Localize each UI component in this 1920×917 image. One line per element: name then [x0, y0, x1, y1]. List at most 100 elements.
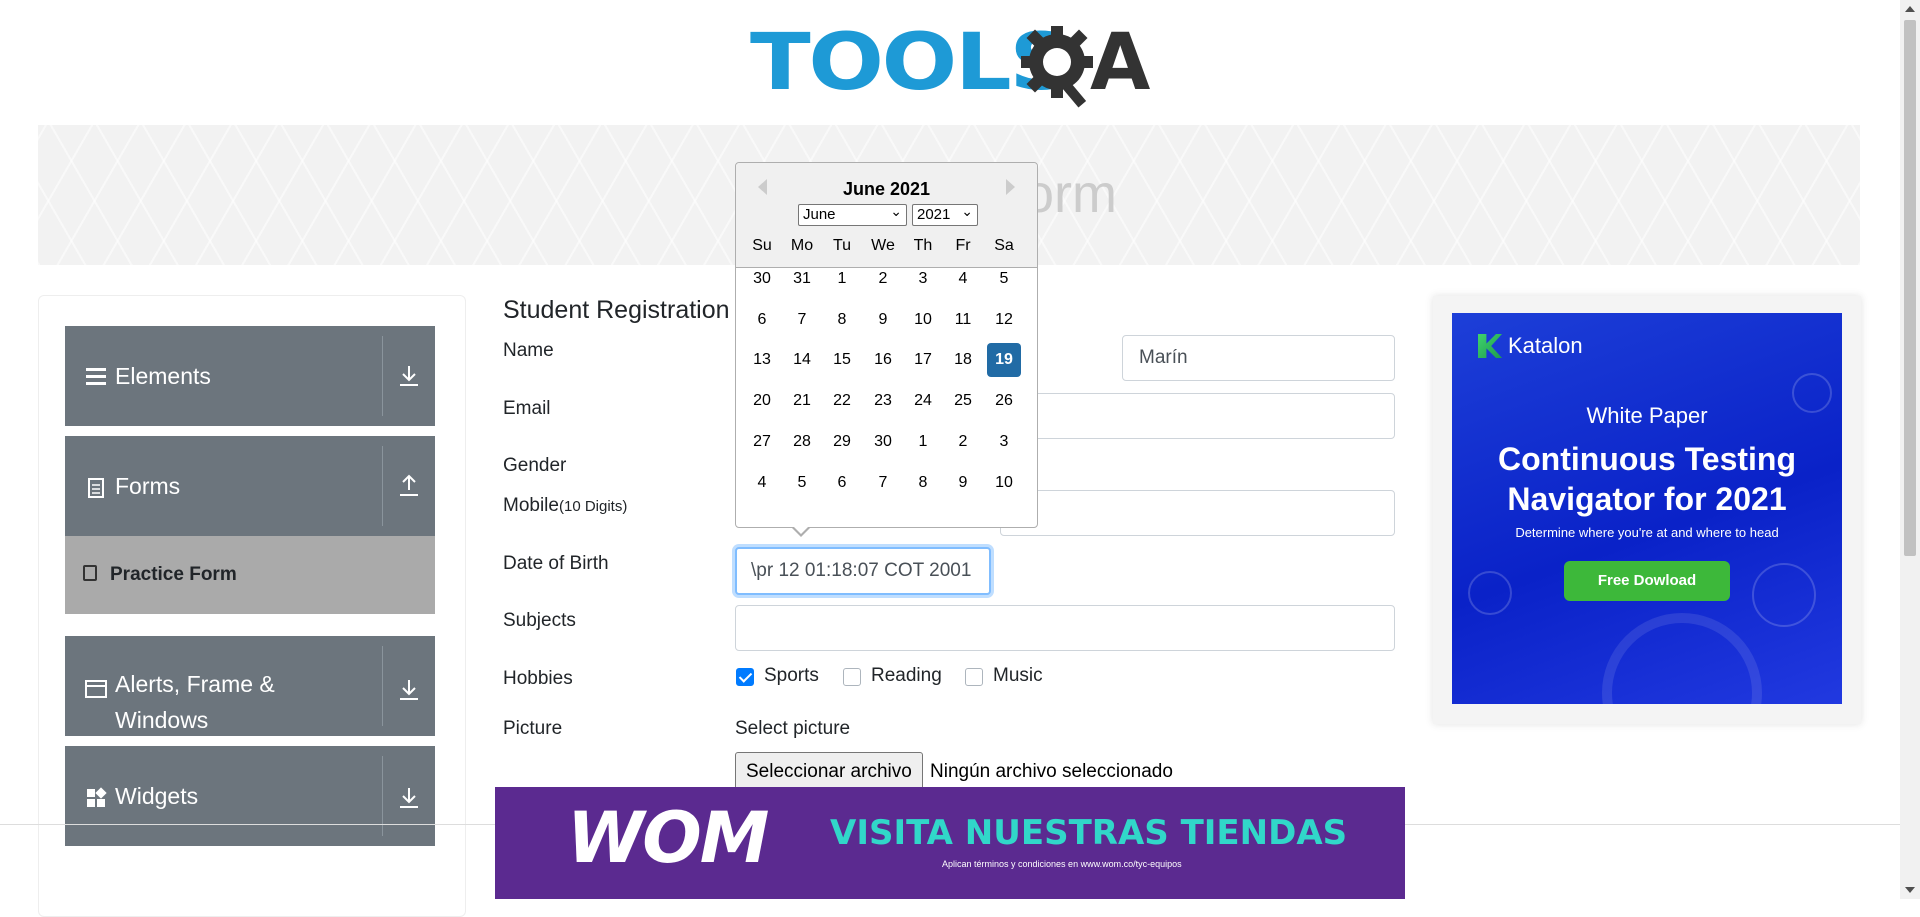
ad-title: Continuous Testing Navigator for 2021 — [1452, 439, 1842, 519]
calendar-day[interactable]: 12 — [987, 303, 1021, 337]
calendar-day[interactable]: 30 — [745, 262, 779, 296]
wom-ad[interactable]: WOM VISITA NUESTRAS TIENDAS Aplican térm… — [495, 787, 1405, 899]
sidebar-group-label: Widgets — [115, 783, 199, 809]
calendar-day[interactable]: 5 — [785, 466, 819, 500]
email-input[interactable] — [1000, 393, 1395, 439]
calendar-day[interactable]: 18 — [946, 343, 980, 377]
datepicker-header: June 2021 June 2021 Su Mo Tu We Th Fr Sa — [736, 163, 1037, 268]
free-download-button[interactable]: Free Dowload — [1564, 561, 1730, 601]
calendar-day[interactable]: 23 — [866, 384, 900, 418]
katalon-brand: Katalon — [1508, 333, 1583, 358]
ad-subtitle: White Paper — [1586, 403, 1708, 428]
scroll-down-icon[interactable] — [1905, 887, 1915, 893]
weekday-label: Tu — [832, 237, 852, 254]
sidebar-group-label: Alerts, Frame & Windows — [115, 671, 275, 733]
calendar-day[interactable]: 17 — [906, 343, 940, 377]
calendar-day[interactable]: 20 — [745, 384, 779, 418]
dob-label: Date of Birth — [503, 553, 609, 574]
calendar-day[interactable]: 2 — [946, 425, 980, 459]
calendar-day[interactable]: 19 — [987, 343, 1021, 377]
katalon-logo: Katalon — [1478, 333, 1583, 359]
calendar-day[interactable]: 2 — [866, 262, 900, 296]
calendar-day[interactable]: 16 — [866, 343, 900, 377]
weekday-label: Sa — [994, 237, 1014, 254]
calendar-day[interactable]: 8 — [906, 466, 940, 500]
hobby-music-label[interactable]: Music — [993, 665, 1043, 687]
calendar-day[interactable]: 10 — [906, 303, 940, 337]
calendar-day[interactable]: 9 — [946, 466, 980, 500]
hobby-sports-label[interactable]: Sports — [764, 665, 819, 687]
calendar-day[interactable]: 15 — [825, 343, 859, 377]
page-scrollbar[interactable] — [1900, 0, 1920, 899]
calendar-day[interactable]: 4 — [946, 262, 980, 296]
logo-text-a: A — [1090, 18, 1151, 108]
picture-label: Picture — [503, 718, 563, 739]
calendar-day[interactable]: 22 — [825, 384, 859, 418]
hobby-reading-checkbox[interactable] — [843, 668, 861, 686]
calendar-day[interactable]: 6 — [825, 466, 859, 500]
wom-logo: WOM — [567, 797, 769, 879]
calendar-day[interactable]: 21 — [785, 384, 819, 418]
mobile-input[interactable] — [1000, 490, 1395, 536]
sidebar-group-forms[interactable]: Forms — [65, 436, 435, 536]
calendar-day[interactable]: 7 — [785, 303, 819, 337]
mobile-label-text: Mobile — [503, 495, 559, 516]
mobile-label: Mobile(10 Digits) — [503, 495, 627, 517]
scrollbar-thumb[interactable] — [1904, 20, 1916, 556]
year-select[interactable]: 2021 — [912, 201, 978, 226]
divider — [382, 446, 383, 526]
mobile-hint: (10 Digits) — [558, 498, 628, 515]
datepicker-pointer-inner — [793, 526, 809, 534]
calendar-day[interactable]: 11 — [946, 303, 980, 337]
calendar-day[interactable]: 26 — [987, 384, 1021, 418]
form-title: Student Registration — [503, 296, 730, 324]
calendar-day[interactable]: 10 — [987, 466, 1021, 500]
subjects-label: Subjects — [503, 610, 576, 631]
calendar-day[interactable]: 1 — [906, 425, 940, 459]
document-icon — [88, 478, 104, 498]
toolsqa-logo[interactable]: TOOLS A — [750, 18, 1154, 113]
sidebar-group-widgets[interactable]: Widgets — [65, 746, 435, 846]
scroll-up-icon[interactable] — [1905, 6, 1915, 12]
calendar-day[interactable]: 28 — [785, 425, 819, 459]
katalon-ad[interactable]: Katalon White Paper Continuous Testing N… — [1452, 313, 1842, 704]
name-label: Name — [503, 340, 554, 361]
calendar-day[interactable]: 8 — [825, 303, 859, 337]
wom-fineprint: Aplican términos y condiciones en www.wo… — [942, 859, 1182, 869]
calendar-day[interactable]: 30 — [866, 425, 900, 459]
clock-decoration-icon — [1468, 571, 1512, 615]
calendar-day[interactable]: 31 — [785, 262, 819, 296]
calendar-day[interactable]: 7 — [866, 466, 900, 500]
hobby-music-checkbox[interactable] — [965, 668, 983, 686]
calendar-day[interactable]: 25 — [946, 384, 980, 418]
sidebar-group-elements[interactable]: Elements — [65, 326, 435, 426]
calendar-day[interactable]: 1 — [825, 262, 859, 296]
gender-label: Gender — [503, 455, 567, 476]
last-name-input[interactable]: Marín — [1122, 335, 1395, 381]
calendar-day[interactable]: 3 — [987, 425, 1021, 459]
calendar-day[interactable]: 4 — [745, 466, 779, 500]
calendar-day[interactable]: 9 — [866, 303, 900, 337]
calendar-day[interactable]: 6 — [745, 303, 779, 337]
next-month-icon[interactable] — [1006, 179, 1015, 195]
select-picture-label: Select picture — [735, 718, 851, 739]
calendar-day[interactable]: 13 — [745, 343, 779, 377]
calendar-day[interactable]: 29 — [825, 425, 859, 459]
divider — [382, 646, 383, 726]
divider — [382, 336, 383, 416]
hobby-reading-label[interactable]: Reading — [871, 665, 942, 687]
upload-icon — [400, 474, 418, 496]
calendar-day[interactable]: 5 — [987, 262, 1021, 296]
infinity-decoration-icon — [1602, 613, 1762, 704]
date-of-birth-input[interactable]: \pr 12 01:18:07 COT 2001 — [735, 547, 991, 595]
weekday-label: Th — [913, 237, 933, 254]
sidebar-group-alerts[interactable]: Alerts, Frame & Windows — [65, 636, 435, 736]
calendar-day[interactable]: 3 — [906, 262, 940, 296]
calendar-day[interactable]: 24 — [906, 384, 940, 418]
calendar-day[interactable]: 14 — [785, 343, 819, 377]
calendar-day[interactable]: 27 — [745, 425, 779, 459]
sidebar-item-practice-form[interactable]: Practice Form — [65, 536, 435, 614]
month-select[interactable]: June — [798, 201, 907, 226]
hobby-sports-checkbox[interactable] — [736, 668, 754, 686]
subjects-input[interactable] — [735, 605, 1395, 651]
